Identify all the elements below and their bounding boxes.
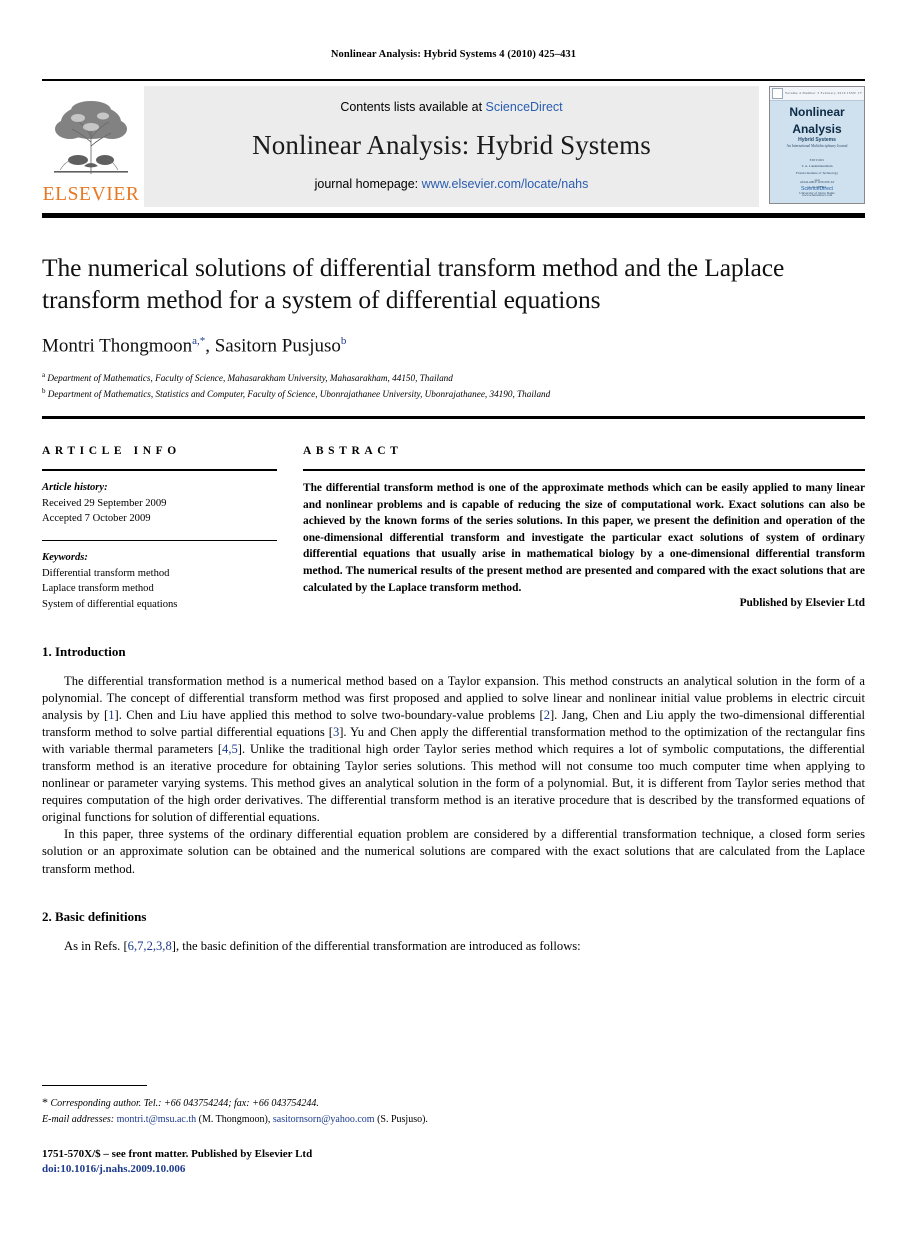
cover-sciencedirect-url: www.sciencedirect.com: [801, 193, 833, 198]
abstract-heading: ABSTRACT: [303, 445, 403, 458]
keywords-group: Keywords: Differential transform method …: [42, 550, 277, 613]
elsevier-logo: ELSEVIER: [42, 86, 140, 207]
copyright-line: 1751-570X/$ – see front matter. Publishe…: [42, 1148, 313, 1161]
article-info-column: ARTICLE INFO Article history: Received 2…: [42, 445, 295, 613]
email-link-2[interactable]: sasitornsorn@yahoo.com: [273, 1114, 375, 1125]
abstract-published-by: Published by Elsevier Ltd: [739, 597, 865, 610]
keywords-label: Keywords:: [42, 552, 88, 564]
corresponding-author-note: * Corresponding author. Tel.: +66 043754…: [42, 1093, 865, 1112]
journal-homepage-line: journal homepage: www.elsevier.com/locat…: [315, 177, 589, 191]
cover-elsevier-mini-icon: [772, 87, 783, 99]
paragraph: As in Refs. [6,7,2,3,8], the basic defin…: [64, 938, 581, 953]
article-info-heading: ARTICLE INFO: [42, 445, 181, 458]
cover-editor-1-affiliation: Florida Institute of Technology: [795, 170, 839, 175]
email-owner-1: (M. Thongmoon),: [198, 1113, 271, 1125]
cover-editor-1: T. A. Lakshmikantham: [801, 164, 833, 169]
keywords-rule: [42, 540, 277, 542]
corresponding-author-text: Corresponding author. Tel.: +66 04375424…: [50, 1097, 319, 1109]
affiliation-list: a Department of Mathematics, Faculty of …: [42, 370, 865, 402]
journal-cover-thumbnail: Volume 4 Number 3 February 2010 ISSN 175…: [769, 85, 865, 204]
citation-ref[interactable]: 3: [333, 725, 339, 739]
cover-title-line1: Nonlinear: [789, 104, 845, 119]
cover-title-line2: Analysis: [792, 121, 842, 136]
article-history-label: Article history:: [42, 482, 108, 494]
email-link-1[interactable]: montri.t@msu.ac.th: [117, 1114, 196, 1125]
paper-page: Nonlinear Analysis: Hybrid Systems 4 (20…: [0, 0, 907, 1238]
author-separator: ,: [205, 335, 215, 357]
email-note: E-mail addresses: montri.t@msu.ac.th (M.…: [42, 1112, 865, 1128]
section-heading-1: 1. Introduction: [42, 643, 126, 659]
affiliation-a-text: Department of Mathematics, Faculty of Sc…: [47, 373, 453, 384]
footnote-block: * Corresponding author. Tel.: +66 043754…: [42, 1084, 865, 1175]
asterisk-icon: *: [42, 1094, 48, 1109]
article-history-accepted: Accepted 7 October 2009: [42, 513, 151, 525]
page-title: The numerical solutions of differential …: [42, 252, 785, 314]
doi-link[interactable]: doi:10.1016/j.nahs.2009.10.006: [42, 1163, 865, 1175]
abstract-column: ABSTRACT The differential transform meth…: [295, 445, 865, 609]
email-owner-2: (S. Pusjuso).: [377, 1113, 428, 1125]
author-name-1: Montri Thongmoon: [42, 335, 193, 357]
section-introduction: 1. Introduction The differential transfo…: [42, 644, 865, 878]
abstract-rule: [303, 469, 865, 472]
footnote-rule: [42, 1084, 147, 1086]
journal-title: Nonlinear Analysis: Hybrid Systems: [252, 129, 651, 160]
title-block: The numerical solutions of differential …: [42, 218, 865, 403]
cover-issue-meta: Volume 4 Number 3 February 2010 ISSN 175…: [785, 91, 862, 96]
article-info-rule: [42, 469, 277, 472]
keyword-item: System of differential equations: [42, 599, 178, 611]
citation-ref[interactable]: 4,5: [222, 742, 238, 756]
elsevier-wordmark: ELSEVIER: [42, 184, 140, 206]
keyword-item: Differential transform method: [42, 567, 170, 579]
running-head: Nonlinear Analysis: Hybrid Systems 4 (20…: [330, 49, 577, 60]
affiliation-a: a Department of Mathematics, Faculty of …: [42, 370, 865, 386]
citation-ref[interactable]: 1: [108, 708, 114, 722]
cover-topbar: Volume 4 Number 3 February 2010 ISSN 175…: [770, 86, 864, 101]
abstract-text: The differential transform method is one…: [303, 482, 865, 594]
citation-ref[interactable]: 2: [544, 708, 550, 722]
sciencedirect-link[interactable]: ScienceDirect: [486, 100, 563, 114]
contents-available-line: Contents lists available at ScienceDirec…: [340, 100, 562, 114]
journal-band: Contents lists available at ScienceDirec…: [144, 85, 759, 207]
email-addresses-label: E-mail addresses:: [42, 1113, 115, 1125]
affiliation-mark-a: a: [42, 371, 46, 380]
affiliation-b: b Department of Mathematics, Statistics …: [42, 386, 865, 402]
author-mark-1[interactable]: a,*: [192, 335, 205, 347]
paragraph: In this paper, three systems of the ordi…: [42, 827, 865, 876]
journal-masthead: ELSEVIER Contents lists available at Sci…: [42, 78, 865, 218]
homepage-prefix: journal homepage:: [314, 176, 422, 191]
article-history-received: Received 29 September 2009: [42, 497, 167, 509]
elsevier-tree-icon: [54, 101, 128, 175]
author-name-2: Sasitorn Pusjuso: [214, 335, 341, 357]
paragraph: The differential transformation method i…: [42, 673, 866, 825]
article-history-group: Article history: Received 29 September 2…: [42, 480, 277, 527]
journal-homepage-link[interactable]: www.elsevier.com/locate/nahs: [422, 177, 589, 191]
keyword-item: Laplace transform method: [42, 583, 154, 595]
contents-prefix: Contents lists available at: [340, 99, 486, 114]
cover-footer-block: AVAILABLE ONLINE AT ScienceDirect www.sc…: [770, 180, 864, 199]
affiliation-b-text: Department of Mathematics, Statistics an…: [47, 389, 551, 400]
cover-tagline: An International Multidisciplinary Journ…: [786, 144, 848, 149]
section-basic-definitions: 2. Basic definitions As in Refs. [6,7,2,…: [42, 909, 865, 955]
info-abstract-row: ARTICLE INFO Article history: Received 2…: [42, 419, 865, 613]
affiliation-mark-b: b: [42, 387, 46, 396]
author-list: Montri Thongmoona,*, Sasitorn Pusjusob: [42, 335, 865, 357]
cover-subtitle: Hybrid Systems: [798, 137, 836, 144]
citation-ref[interactable]: 6,7,2,3,8: [128, 939, 172, 953]
section-heading-2: 2. Basic definitions: [42, 908, 147, 924]
cover-sciencedirect-logo: ScienceDirect: [800, 186, 833, 193]
author-mark-2[interactable]: b: [341, 335, 347, 347]
